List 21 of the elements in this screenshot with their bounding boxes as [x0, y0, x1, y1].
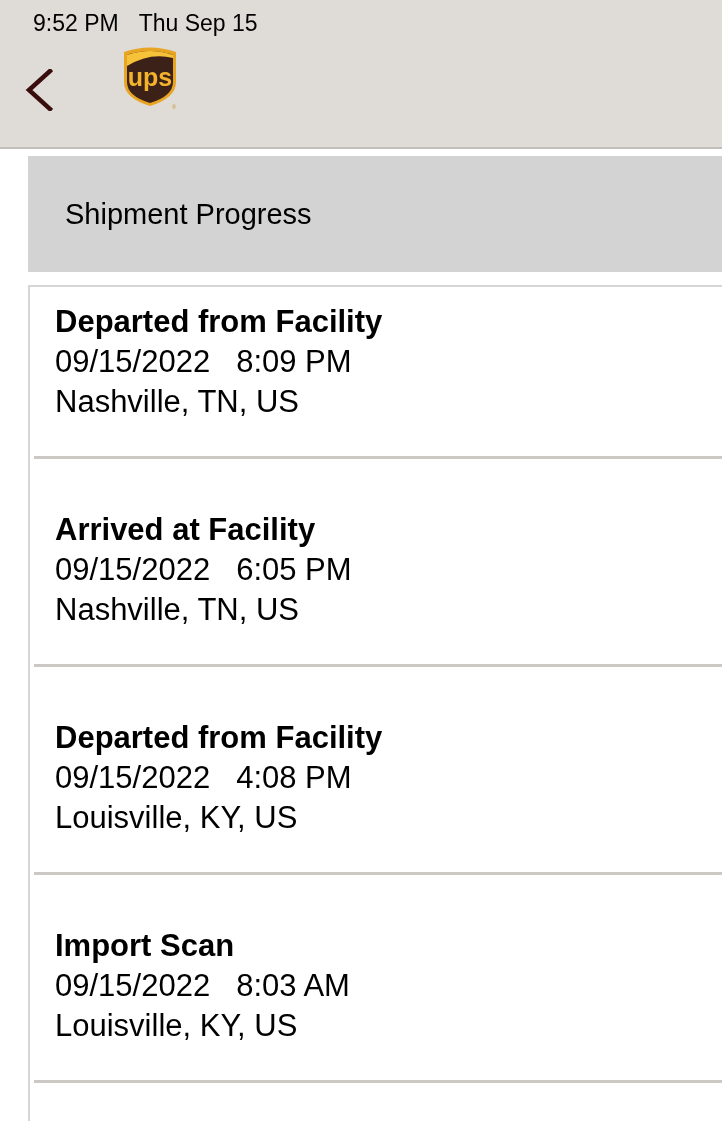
event-time: 8:03 AM — [236, 967, 350, 1005]
event-date: 09/15/2022 — [55, 967, 211, 1005]
event-status: Departed from Facility — [55, 303, 384, 341]
event-status: Departed from Facility — [55, 719, 384, 757]
event-time: 4:08 PM — [236, 759, 352, 797]
event-status: Arrived at Facility — [55, 511, 317, 549]
event-date: 09/15/2022 — [55, 551, 211, 589]
event-location: Nashville, TN, US — [55, 383, 301, 421]
event-date: 09/15/2022 — [55, 759, 211, 797]
event-location: Louisville, KY, US — [55, 799, 299, 837]
event-status: Import Scan — [55, 927, 236, 965]
status-date: Thu Sep 15 — [138, 11, 258, 35]
event-time: 8:09 PM — [236, 343, 352, 381]
back-chevron-icon — [25, 69, 53, 111]
section-title: Shipment Progress — [65, 199, 312, 229]
status-time: 9:52 PM — [33, 11, 119, 35]
event-location: Nashville, TN, US — [55, 591, 301, 629]
back-button[interactable] — [24, 68, 54, 112]
event-time: 6:05 PM — [236, 551, 352, 589]
event-date: 09/15/2022 — [55, 343, 211, 381]
event-location: Louisville, KY, US — [55, 1007, 299, 1045]
